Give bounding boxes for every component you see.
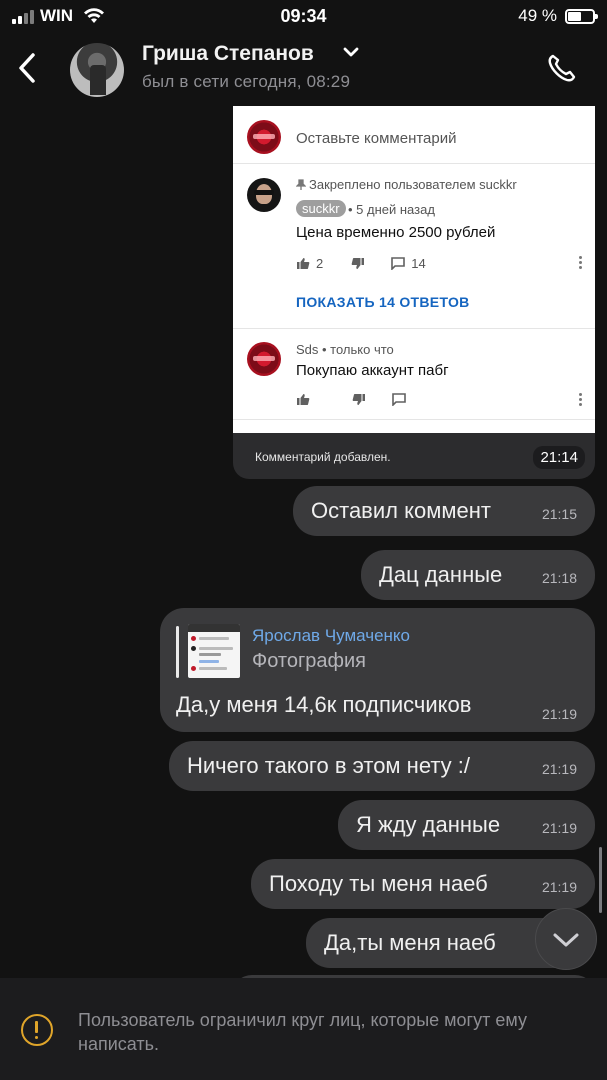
like-action: 2 [296, 256, 323, 271]
battery-level [568, 11, 581, 21]
reply-message-bubble[interactable]: Ярослав Чумаченко Фотография Да,у меня 1… [160, 608, 595, 732]
restricted-notice-bar: Пользователь ограничил круг лиц, которые… [0, 978, 607, 1080]
thumbs-down-icon [352, 394, 365, 405]
message-bubble[interactable]: Оставил коммент 21:15 [293, 486, 595, 536]
commenter-avatar [247, 342, 281, 376]
back-icon [19, 53, 35, 83]
comment-icon [392, 393, 406, 406]
warning-icon [21, 1014, 53, 1046]
battery-percent: 49 % [518, 6, 557, 25]
show-replies-link: ПОКАЗАТЬ 14 ОТВЕТОВ [296, 294, 470, 310]
restricted-notice-text: Пользователь ограничил круг лиц, которые… [78, 1010, 527, 1054]
quoted-author: Ярослав Чумаченко [252, 626, 411, 645]
thumbs-up-icon [297, 258, 310, 269]
message-time: 21:18 [541, 570, 577, 586]
message-bubble[interactable]: Походу ты меня наеб 21:19 [251, 859, 595, 909]
second-comment-meta: Sds • только что [296, 342, 394, 357]
comment-actions: 2 14 [296, 256, 426, 271]
like-action [296, 393, 310, 406]
message-text: Походу ты меня наеб [269, 871, 488, 896]
reply-count: 14 [411, 256, 426, 271]
pinned-comment-text: Цена временно 2500 рублей [296, 224, 496, 241]
dislike-action [352, 393, 366, 406]
reply-action: 14 [391, 256, 426, 271]
more-vert-icon [579, 393, 583, 407]
phone-icon [548, 54, 576, 82]
comment-actions [296, 393, 406, 406]
more-vert-icon [579, 256, 583, 270]
back-button[interactable] [14, 50, 42, 86]
scroll-down-button[interactable] [535, 908, 597, 970]
photo-message[interactable]: Оставьте комментарий Закреплено пользова… [233, 106, 595, 479]
message-time: 21:15 [541, 506, 577, 522]
clock: 09:34 [280, 6, 327, 26]
message-text: Ничего такого в этом нету :/ [187, 753, 470, 778]
pinned-label: Закреплено пользователем suckkr [296, 177, 517, 192]
thumbs-down-icon [351, 258, 365, 269]
message-text: Да,у меня 14,6к подписчиков [176, 692, 472, 717]
comment-input-row: Оставьте комментарий [233, 106, 595, 164]
message-time: 21:19 [541, 706, 577, 722]
comment-icon [391, 257, 406, 270]
avatar[interactable] [70, 43, 124, 97]
user-avatar [247, 120, 281, 154]
thumbs-up-icon [297, 394, 310, 405]
divider [233, 328, 595, 329]
message-bubble[interactable]: Дац данные 21:18 [361, 550, 595, 600]
message-list[interactable]: Оставьте комментарий Закреплено пользова… [0, 102, 607, 978]
photo-screenshot[interactable]: Оставьте комментарий Закреплено пользова… [233, 106, 595, 433]
pinned-author-avatar [247, 178, 281, 212]
quote-bar [176, 626, 179, 678]
call-button[interactable] [544, 50, 580, 86]
quoted-photo-thumbnail [188, 624, 240, 678]
message-bubble[interactable]: Ничего такого в этом нету :/ 21:19 [169, 741, 595, 791]
message-text: Да,ты меня наеб [324, 930, 496, 955]
status-bar-right: 49 % [518, 6, 598, 26]
contact-name[interactable]: Гриша Степанов [142, 42, 314, 66]
pinned-label-text: Закреплено пользователем suckkr [309, 177, 517, 192]
message-time: 21:19 [541, 761, 577, 777]
chat-header: Гриша Степанов был в сети сегодня, 08:29 [0, 34, 607, 102]
comment-placeholder: Оставьте комментарий [296, 130, 457, 147]
message-bubble[interactable]: Я жду данные 21:19 [338, 800, 595, 850]
status-bar: WIN 09:34 49 % [0, 0, 607, 34]
message-time: 21:14 [533, 446, 585, 469]
message-text: Я жду данные [356, 812, 501, 837]
pin-icon [296, 178, 306, 190]
reply-action [392, 393, 406, 406]
quoted-type: Фотография [252, 650, 366, 672]
battery-icon [565, 8, 598, 24]
comment-date: • 5 дней назад [348, 202, 435, 217]
message-time: 21:19 [541, 879, 577, 895]
like-count: 2 [316, 256, 324, 271]
second-comment-text: Покупаю аккаунт пабг [296, 362, 449, 379]
author-chip: suckkr [296, 200, 346, 217]
message-text: Оставил коммент [311, 498, 491, 523]
scroll-indicator[interactable] [599, 847, 602, 913]
message-text: Дац данные [379, 562, 503, 587]
divider [233, 419, 595, 420]
message-time: 21:19 [541, 820, 577, 836]
chevron-down-icon [553, 933, 579, 947]
chevron-down-icon[interactable] [342, 46, 360, 58]
last-seen-status: был в сети сегодня, 08:29 [142, 72, 351, 91]
toast-text: Комментарий добавлен. [255, 450, 391, 464]
dislike-action [351, 257, 365, 270]
